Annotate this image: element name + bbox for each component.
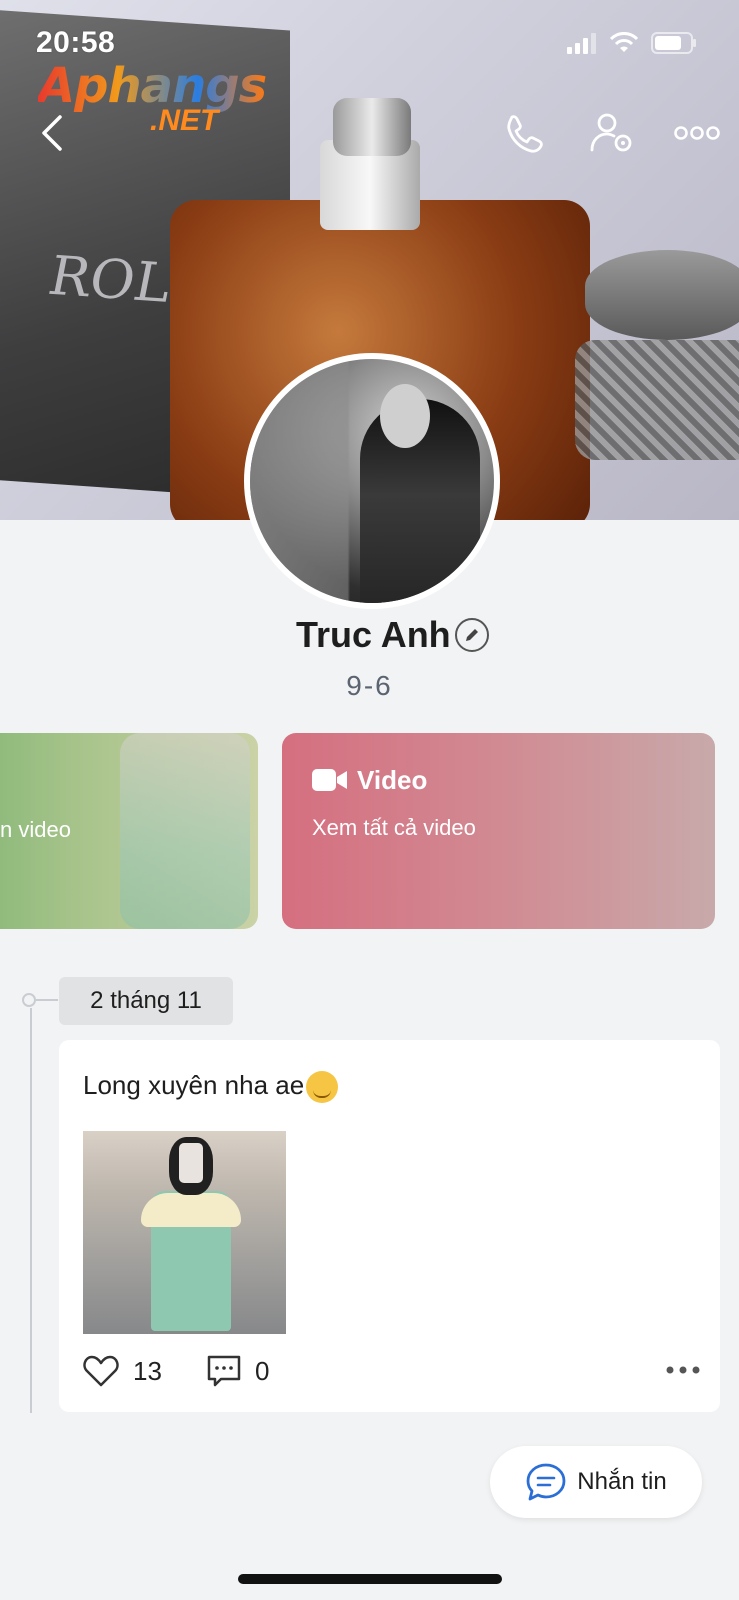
send-message-label: Nhắn tin [577, 1468, 667, 1495]
send-message-button[interactable]: Nhắn tin [490, 1446, 702, 1518]
home-indicator[interactable] [238, 1574, 502, 1584]
chat-icon [526, 1463, 566, 1501]
signal-icon [567, 33, 596, 54]
wifi-icon [609, 32, 639, 52]
post-text: Long xuyên nha ae [83, 1070, 339, 1104]
user-settings-icon [590, 113, 632, 152]
video-card[interactable]: Video Xem tất cả video [282, 733, 715, 929]
back-icon [42, 115, 62, 151]
comment-count: 0 [255, 1355, 270, 1386]
like-count: 13 [133, 1355, 162, 1386]
phone-icon [507, 115, 543, 153]
comment-button[interactable]: 0 [207, 1355, 269, 1387]
more-options-button[interactable] [670, 108, 724, 158]
profile-avatar[interactable] [244, 353, 500, 609]
edit-name-button[interactable] [455, 618, 489, 652]
comment-icon [207, 1355, 241, 1387]
more-icon [666, 1366, 700, 1374]
status-time: 20:58 [36, 26, 116, 59]
photo-card-label: n video [0, 817, 71, 842]
video-card-title: Video [357, 765, 428, 795]
post-photo[interactable] [83, 1131, 286, 1334]
post-more-button[interactable] [665, 1365, 701, 1375]
smiling-emoji-icon [306, 1071, 339, 1104]
timeline-line [30, 1008, 32, 1413]
video-icon [312, 769, 347, 791]
photo-card[interactable]: n video [0, 733, 258, 929]
timeline-date-badge: 2 tháng 11 [59, 977, 233, 1025]
post-actions: 13 0 [83, 1355, 703, 1395]
back-button[interactable] [28, 108, 78, 158]
call-button[interactable] [497, 106, 551, 160]
timeline-dot [22, 993, 36, 1007]
profile-name: Truc Anh [296, 614, 451, 655]
battery-icon [651, 32, 696, 54]
profile-subtitle: 9-6 [346, 670, 393, 701]
timeline-post[interactable]: Long xuyên nha ae 13 0 [59, 1040, 720, 1412]
more-icon [674, 126, 720, 140]
video-card-subtitle: Xem tất cả video [312, 815, 476, 840]
heart-icon [83, 1355, 119, 1387]
like-button[interactable]: 13 [83, 1355, 162, 1387]
profile-settings-button[interactable] [585, 106, 639, 160]
edit-icon [466, 629, 478, 641]
